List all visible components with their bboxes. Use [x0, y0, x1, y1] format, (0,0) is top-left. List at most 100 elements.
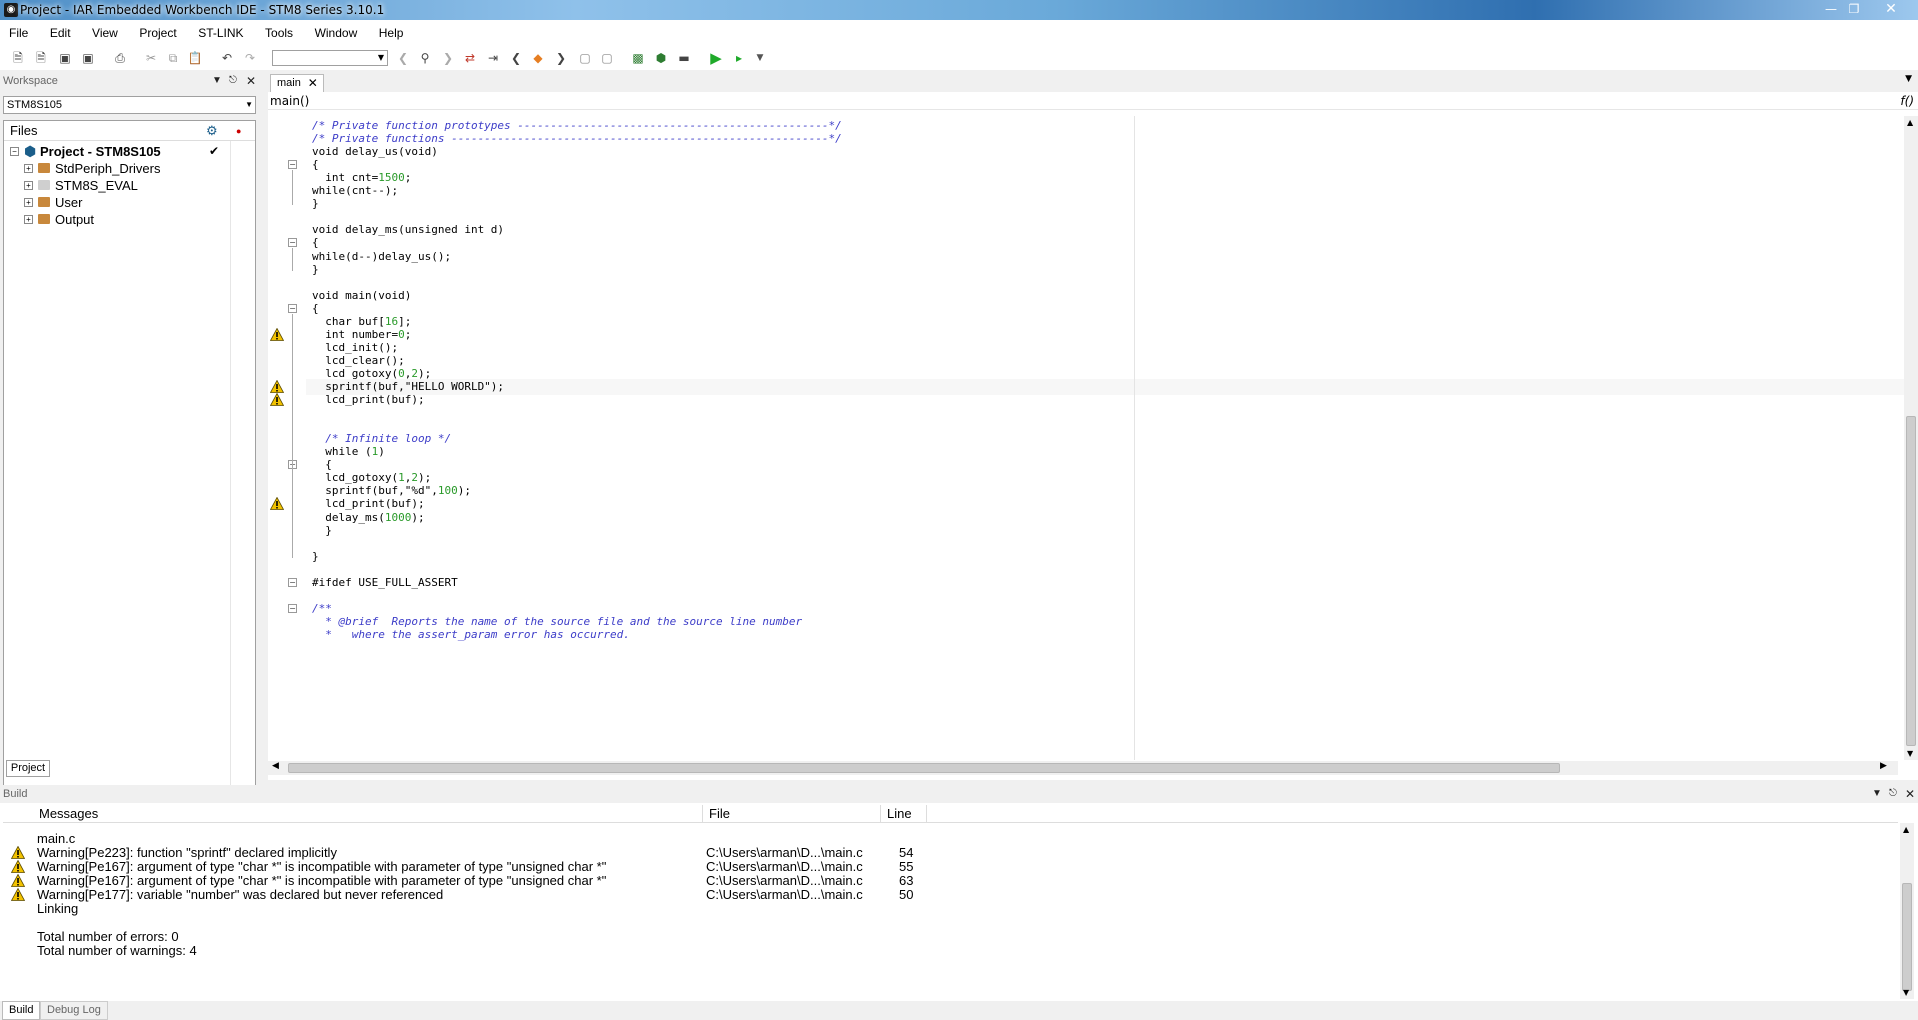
open-file-icon[interactable]: 🗎 — [33, 50, 49, 66]
compile-icon[interactable]: ▩ — [630, 50, 646, 66]
tree-project[interactable]: − ⬢ Project - STM8S105 ✔ — [4, 143, 255, 160]
undo-icon[interactable]: ↶ — [219, 50, 235, 66]
menu-edit[interactable]: Edit — [41, 20, 80, 46]
close-icon[interactable]: ✕ — [246, 72, 256, 90]
close-icon[interactable]: ✕ — [1905, 785, 1915, 803]
paste-icon[interactable]: 📋 — [187, 50, 203, 66]
tab-build[interactable]: Build — [2, 1001, 41, 1020]
build-message-row[interactable] — [3, 916, 1893, 930]
fold-toggle-icon[interactable]: − — [288, 238, 297, 248]
build-vertical-scrollbar[interactable]: ▲ ▼ — [1900, 823, 1914, 999]
close-icon[interactable]: ✕ — [308, 75, 318, 91]
print-icon[interactable]: ⎙ — [112, 50, 128, 66]
scroll-right-icon[interactable]: ▶ — [1880, 761, 1887, 771]
build-title: Build — [3, 788, 28, 800]
debug-without-download-icon[interactable]: ▸ — [731, 50, 747, 66]
save-icon[interactable]: ▣ — [57, 50, 73, 66]
breakpoint-list-icon[interactable]: ▢ — [599, 50, 615, 66]
scroll-thumb[interactable] — [1902, 883, 1912, 991]
build-message-row[interactable]: Total number of errors: 0 — [3, 930, 1893, 944]
copy-icon[interactable]: ⧉ — [165, 50, 181, 66]
chevron-down-icon[interactable]: ▼ — [1905, 74, 1912, 84]
gear-icon[interactable]: ⚙ — [206, 121, 218, 141]
search-combo[interactable]: ▼ — [272, 50, 388, 66]
menu-st-link[interactable]: ST-LINK — [189, 20, 252, 46]
download-and-debug-icon[interactable]: ▶ — [708, 50, 724, 66]
previous-icon[interactable]: ❮ — [508, 50, 524, 66]
build-message-row[interactable]: main.c — [3, 832, 1893, 846]
nav-back-icon[interactable]: ❮ — [395, 50, 411, 66]
scroll-up-icon[interactable]: ▲ — [1907, 118, 1913, 127]
find-icon[interactable]: ⚲ — [417, 50, 433, 66]
bookmark-icon[interactable]: ◆ — [530, 50, 546, 66]
editor-vertical-scrollbar[interactable]: ▲ ▼ — [1904, 116, 1918, 760]
build-message-row[interactable]: Total number of warnings: 4 — [3, 944, 1893, 958]
tree-group-stm8s-eval[interactable]: + STM8S_EVAL — [4, 177, 255, 194]
build-message-row[interactable]: Warning[Pe167]: argument of type "char *… — [3, 860, 1893, 874]
toggle-header-icon[interactable]: ⇄ — [462, 50, 478, 66]
chevron-down-icon[interactable]: ▼ — [1872, 785, 1882, 803]
tab-project[interactable]: Project — [6, 760, 50, 777]
expand-icon[interactable]: + — [24, 164, 33, 173]
tab-main[interactable]: main ✕ — [270, 74, 324, 92]
title-bar: ◉ Project - IAR Embedded Workbench IDE -… — [0, 0, 1918, 20]
message-line: 55 — [899, 859, 914, 874]
column-file[interactable]: File — [703, 805, 881, 823]
tree-group-output[interactable]: + Output — [4, 211, 255, 228]
function-bar[interactable]: main() f() — [268, 92, 1918, 110]
expand-icon[interactable]: + — [24, 181, 33, 190]
message-file: C:\Users\arman\D...\main.c — [706, 873, 863, 888]
collapse-icon[interactable]: − — [10, 147, 19, 156]
column-line[interactable]: Line — [881, 805, 927, 823]
menu-file[interactable]: File — [0, 20, 37, 46]
scroll-left-icon[interactable]: ◀ — [272, 761, 279, 771]
tree-group-stdperiph[interactable]: + StdPeriph_Drivers — [4, 160, 255, 177]
scroll-up-icon[interactable]: ▲ — [1903, 825, 1909, 834]
go-to-icon[interactable]: ⇥ — [485, 50, 501, 66]
nav-forward-icon[interactable]: ❯ — [440, 50, 456, 66]
chevron-down-icon[interactable]: ▼ — [212, 72, 222, 90]
fold-toggle-icon[interactable]: − — [288, 603, 297, 613]
scroll-thumb[interactable] — [288, 763, 1560, 773]
fold-toggle-icon[interactable]: − — [288, 303, 297, 313]
minimize-icon[interactable]: — — [1820, 1, 1842, 17]
menu-tools[interactable]: Tools — [256, 20, 302, 46]
menu-project[interactable]: Project — [130, 20, 185, 46]
cut-icon[interactable]: ✂ — [143, 50, 159, 66]
editor-horizontal-scrollbar[interactable]: ◀ ▶ — [268, 761, 1898, 775]
configuration-select[interactable]: STM8S105 ▼ — [3, 96, 256, 114]
make-icon[interactable]: ⬢ — [653, 50, 669, 66]
app-icon: ◉ — [4, 3, 18, 17]
column-messages[interactable]: Messages — [33, 805, 703, 823]
pin-icon[interactable]: ⎋ — [1889, 785, 1897, 803]
expand-icon[interactable]: + — [24, 198, 33, 207]
tree-group-user[interactable]: + User — [4, 194, 255, 211]
build-header: Build ▼ ⎋ ✕ — [0, 785, 1918, 803]
redo-icon[interactable]: ↷ — [242, 50, 258, 66]
scroll-down-icon[interactable]: ▼ — [1903, 988, 1909, 997]
scroll-thumb[interactable] — [1906, 416, 1916, 746]
build-message-row[interactable]: Warning[Pe167]: argument of type "char *… — [3, 874, 1893, 888]
toolbar-overflow-icon[interactable]: ▼ — [752, 50, 768, 66]
expand-icon[interactable]: + — [24, 215, 33, 224]
save-all-icon[interactable]: ▣ — [80, 50, 96, 66]
build-message-row[interactable]: Warning[Pe223]: function "sprintf" decla… — [3, 846, 1893, 860]
next-icon[interactable]: ❯ — [553, 50, 569, 66]
menu-window[interactable]: Window — [306, 20, 367, 46]
new-file-icon[interactable]: 🗎 — [10, 50, 26, 66]
build-message-row[interactable]: Warning[Pe177]: variable "number" was de… — [3, 888, 1893, 902]
function-list-icon[interactable]: f() — [1900, 92, 1914, 110]
restore-icon[interactable]: ❐ — [1843, 1, 1865, 17]
fold-toggle-icon[interactable]: − — [288, 160, 297, 170]
scroll-down-icon[interactable]: ▼ — [1907, 749, 1913, 758]
pin-icon[interactable]: ⎋ — [229, 72, 237, 90]
close-icon[interactable]: ✕ — [1880, 1, 1902, 17]
tab-debug-log[interactable]: Debug Log — [40, 1001, 108, 1020]
menu-help[interactable]: Help — [370, 20, 413, 46]
menu-view[interactable]: View — [83, 20, 127, 46]
toggle-breakpoint-icon[interactable]: ▢ — [577, 50, 593, 66]
stop-build-icon[interactable]: ▬ — [676, 50, 692, 66]
build-message-row[interactable]: Linking — [3, 902, 1893, 916]
code-area[interactable]: /* Private function prototypes ---------… — [306, 116, 1906, 760]
fold-toggle-icon[interactable]: − — [288, 577, 297, 587]
